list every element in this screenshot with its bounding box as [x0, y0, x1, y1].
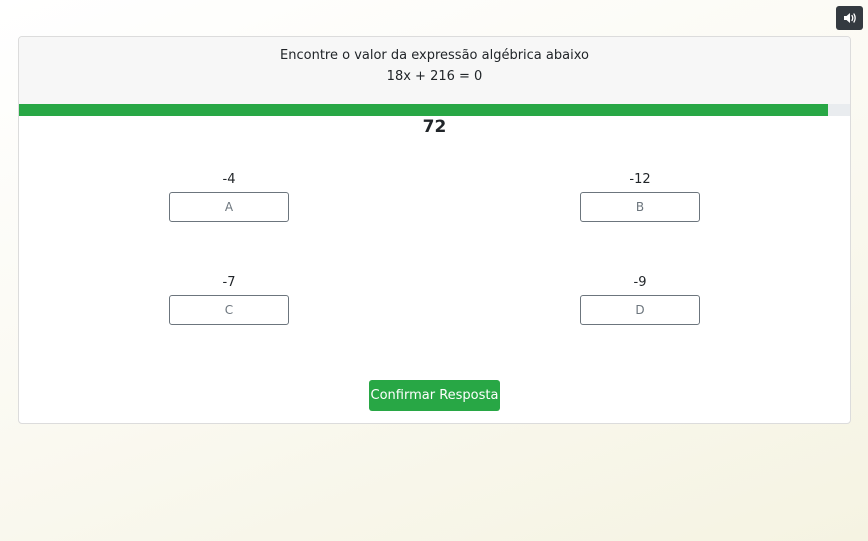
timer-value: 72: [422, 117, 447, 137]
timer-progress-fill: [19, 104, 829, 116]
question-header: Encontre o valor da expressão algébrica …: [19, 37, 850, 105]
option-c-value: -7: [222, 275, 236, 290]
option-a: -4 A: [169, 171, 289, 222]
confirm-answer-button[interactable]: Confirmar Resposta: [369, 380, 500, 411]
option-d: -9 D: [580, 274, 700, 325]
question-expression: 18x + 216 = 0: [386, 69, 483, 84]
sound-toggle-button[interactable]: [836, 6, 863, 30]
quiz-card: Encontre o valor da expressão algébrica …: [18, 36, 851, 424]
option-d-button[interactable]: D: [580, 295, 700, 325]
option-b-button[interactable]: B: [580, 192, 700, 222]
option-c-button[interactable]: C: [169, 295, 289, 325]
question-title: Encontre o valor da expressão algébrica …: [280, 48, 589, 63]
option-d-value: -9: [633, 275, 647, 290]
option-a-value: -4: [222, 172, 236, 187]
option-b: -12 B: [580, 171, 700, 222]
option-b-value: -12: [629, 172, 651, 187]
option-a-button[interactable]: A: [169, 192, 289, 222]
speaker-volume-icon: [843, 12, 857, 24]
timer-progress-bar: [19, 104, 850, 116]
option-c: -7 C: [169, 274, 289, 325]
